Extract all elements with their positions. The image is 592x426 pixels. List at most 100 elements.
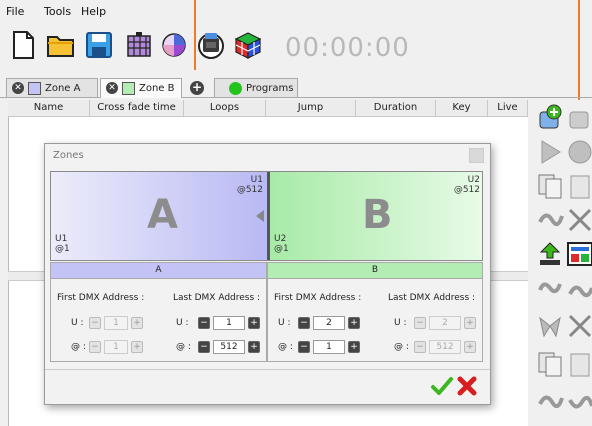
zone-a-last-address-spinbox[interactable]: − 512 + — [198, 340, 260, 354]
zone-a-start-label: U1 @1 — [55, 234, 70, 254]
close-icon[interactable]: ✕ — [106, 82, 118, 94]
remove-step-icon[interactable] — [566, 104, 592, 132]
zone-b-last-universe-spinbox: − 2 + — [414, 316, 476, 330]
zone-b-first-universe-spinbox[interactable]: − 2 + — [298, 316, 360, 330]
copy-icon[interactable] — [536, 172, 564, 200]
increment-button[interactable]: + — [348, 317, 360, 329]
add-step-icon[interactable] — [536, 104, 564, 132]
zone-a-header: A — [51, 263, 266, 279]
zone-b-last-address-spinbox: − 512 + — [414, 340, 476, 354]
tab-label: Programs — [246, 83, 294, 94]
link-icon[interactable] — [566, 388, 592, 416]
scissors-icon[interactable] — [566, 312, 592, 340]
ok-check-icon[interactable] — [431, 375, 453, 397]
tab-zone-b[interactable]: ✕ Zone B — [100, 78, 182, 98]
value-field[interactable]: 512 — [213, 340, 245, 354]
zones-icon[interactable] — [566, 240, 592, 268]
upload-icon[interactable] — [536, 240, 564, 268]
separator — [266, 263, 268, 361]
play-icon[interactable] — [536, 138, 564, 166]
increment-button: + — [464, 317, 476, 329]
pointer-line — [194, 0, 196, 70]
universe-label: U : — [176, 318, 189, 328]
paste-icon[interactable] — [566, 350, 592, 378]
dmx-device-icon[interactable] — [196, 30, 226, 60]
stop-icon[interactable] — [566, 138, 592, 166]
first-dmx-label: First DMX Address : — [57, 293, 145, 303]
decrement-button[interactable]: − — [298, 341, 310, 353]
arrow-left-icon — [256, 210, 264, 222]
value-field: 512 — [429, 340, 461, 354]
link-icon[interactable] — [536, 388, 564, 416]
col-loops[interactable]: Loops — [184, 100, 266, 117]
right-toolbar — [530, 100, 592, 426]
close-icon[interactable]: ✕ — [12, 82, 24, 94]
increment-button[interactable]: + — [248, 341, 260, 353]
new-file-icon[interactable] — [8, 30, 38, 60]
col-live[interactable]: Live — [488, 100, 528, 117]
value-field[interactable]: 2 — [313, 316, 345, 330]
zone-b-letter: B — [362, 192, 393, 238]
increment-button: + — [131, 317, 143, 329]
last-dmx-label: Last DMX Address : — [173, 293, 261, 303]
link-icon[interactable] — [536, 206, 564, 234]
dialog-close-button[interactable] — [469, 148, 484, 163]
zone-a-end-label: U1 @512 — [236, 175, 263, 195]
copy-icon[interactable] — [536, 350, 564, 378]
menu-tools[interactable]: Tools — [44, 5, 71, 18]
decrement-button[interactable]: − — [298, 317, 310, 329]
tab-label: Zone B — [139, 83, 175, 94]
address-label: @ : — [71, 342, 86, 352]
decrement-button[interactable]: − — [198, 317, 210, 329]
col-duration[interactable]: Duration — [356, 100, 436, 117]
increment-button[interactable]: + — [348, 341, 360, 353]
last-dmx-label: Last DMX Address : — [388, 293, 476, 303]
value-field: 1 — [104, 340, 128, 354]
grid-icon[interactable] — [124, 30, 154, 60]
main-toolbar: 00:00:00 — [0, 22, 592, 70]
add-tab-icon[interactable]: + — [190, 81, 204, 95]
dialog-title: Zones — [53, 150, 84, 161]
color-wheel-icon[interactable] — [160, 30, 190, 60]
decrement-button[interactable]: − — [198, 341, 210, 353]
table-header: Name Cross fade time Loops Jump Duration… — [8, 100, 528, 117]
zone-b-first-address-spinbox[interactable]: − 1 + — [298, 340, 360, 354]
open-folder-icon[interactable] — [46, 30, 76, 60]
col-name[interactable]: Name — [8, 100, 90, 117]
address-label: @ : — [278, 342, 293, 352]
value-field[interactable]: 1 — [313, 340, 345, 354]
decrement-button: − — [89, 341, 101, 353]
effect-icon[interactable] — [566, 276, 592, 304]
increment-button[interactable]: + — [248, 317, 260, 329]
time-display: 00:00:00 — [285, 33, 410, 63]
zone-a-region[interactable]: A U1 @512 U1 @1 — [51, 172, 267, 260]
address-label: @ : — [394, 342, 409, 352]
tab-bar: ✕ Zone A ✕ Zone B + Programs — [0, 78, 592, 98]
effect-icon[interactable] — [536, 276, 564, 304]
value-field[interactable]: 1 — [213, 316, 245, 330]
col-jump[interactable]: Jump — [266, 100, 356, 117]
tab-programs[interactable]: Programs — [214, 78, 298, 97]
increment-button: + — [464, 341, 476, 353]
dialog-separator — [45, 369, 490, 370]
menu-file[interactable]: File — [6, 5, 24, 18]
scissors-icon[interactable] — [566, 206, 592, 234]
zone-a-last-universe-spinbox[interactable]: − 1 + — [198, 316, 260, 330]
cancel-x-icon[interactable] — [456, 375, 478, 397]
universe-label: U : — [278, 318, 291, 328]
zone-b-region[interactable]: B U2 @512 U2 @1 — [270, 172, 482, 260]
col-cross-fade-time[interactable]: Cross fade time — [90, 100, 184, 117]
increment-button: + — [131, 341, 143, 353]
save-icon[interactable] — [84, 30, 114, 60]
value-field: 2 — [429, 316, 461, 330]
zones-dialog: Zones A U1 @512 U1 @1 B U2 @512 U2 @1 A … — [44, 143, 491, 405]
menu-help[interactable]: Help — [81, 5, 106, 18]
zone-parameters: A B First DMX Address : Last DMX Address… — [50, 262, 483, 362]
rgb-cube-icon[interactable] — [233, 30, 263, 60]
zone-a-letter: A — [147, 192, 178, 238]
col-key[interactable]: Key — [436, 100, 488, 117]
tab-zone-a[interactable]: ✕ Zone A — [6, 78, 98, 97]
zone-a-first-universe-spinbox: − 1 + — [89, 316, 143, 330]
fan-icon[interactable] — [536, 312, 564, 340]
paste-icon[interactable] — [566, 172, 592, 200]
